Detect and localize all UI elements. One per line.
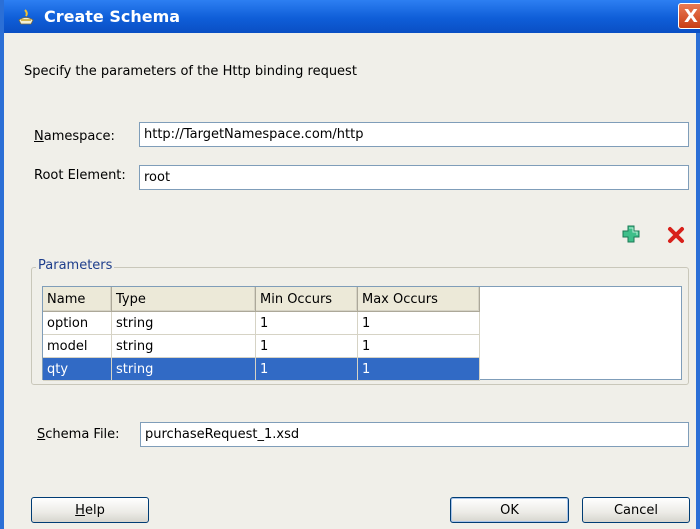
instructions-text: Specify the parameters of the Http bindi… — [24, 64, 357, 79]
namespace-input[interactable] — [139, 122, 689, 147]
column-header-min-occurs[interactable]: Min Occurs — [255, 287, 358, 312]
cell-max-occurs[interactable]: 1 — [357, 334, 480, 358]
help-mnemonic: H — [75, 502, 85, 518]
help-label: elp — [84, 502, 105, 518]
remove-parameter-icon[interactable] — [666, 225, 686, 245]
parameters-table: Name Type Min Occurs Max Occurs option s… — [43, 287, 480, 381]
column-header-name[interactable]: Name — [43, 287, 112, 312]
table-row[interactable]: option string 1 1 — [43, 311, 480, 335]
cell-type[interactable]: string — [111, 334, 256, 358]
root-element-input[interactable] — [139, 165, 689, 190]
namespace-label-text: amespace: — [43, 129, 115, 144]
close-button[interactable]: X — [678, 3, 700, 29]
cell-min-occurs[interactable]: 1 — [255, 311, 358, 335]
cell-min-occurs[interactable]: 1 — [255, 357, 358, 381]
cell-name[interactable]: option — [43, 311, 112, 335]
parameters-group-label: Parameters — [36, 258, 115, 273]
root-element-label: Root Element: — [34, 168, 126, 183]
table-header-row: Name Type Min Occurs Max Occurs — [43, 287, 480, 312]
title-bar: Create Schema X — [4, 0, 700, 33]
cell-name[interactable]: model — [43, 334, 112, 358]
cell-type[interactable]: string — [111, 311, 256, 335]
schema-file-label: Schema File: — [37, 427, 120, 442]
schema-file-label-text: chema File: — [45, 427, 120, 442]
cell-max-occurs[interactable]: 1 — [357, 311, 480, 335]
column-header-type[interactable]: Type — [111, 287, 256, 312]
cell-name[interactable]: qty — [43, 357, 112, 381]
cell-min-occurs[interactable]: 1 — [255, 334, 358, 358]
cancel-button[interactable]: Cancel — [582, 497, 690, 523]
cell-type[interactable]: string — [111, 357, 256, 381]
namespace-label: Namespace: — [34, 129, 115, 144]
close-icon: X — [684, 5, 698, 27]
column-header-max-occurs[interactable]: Max Occurs — [357, 287, 480, 312]
table-row[interactable]: model string 1 1 — [43, 334, 480, 358]
ok-button[interactable]: OK — [450, 497, 569, 523]
window-title: Create Schema — [44, 7, 181, 26]
schema-file-input[interactable] — [140, 422, 689, 447]
app-icon — [18, 8, 34, 24]
add-parameter-icon[interactable] — [621, 224, 641, 244]
create-schema-dialog: Create Schema X Specify the parameters o… — [0, 0, 700, 529]
parameters-table-container: Name Type Min Occurs Max Occurs option s… — [42, 286, 682, 381]
table-row-selected[interactable]: qty string 1 1 — [43, 357, 480, 381]
cell-max-occurs[interactable]: 1 — [357, 357, 480, 381]
help-button[interactable]: Help — [31, 497, 149, 523]
namespace-mnemonic: N — [34, 129, 44, 144]
